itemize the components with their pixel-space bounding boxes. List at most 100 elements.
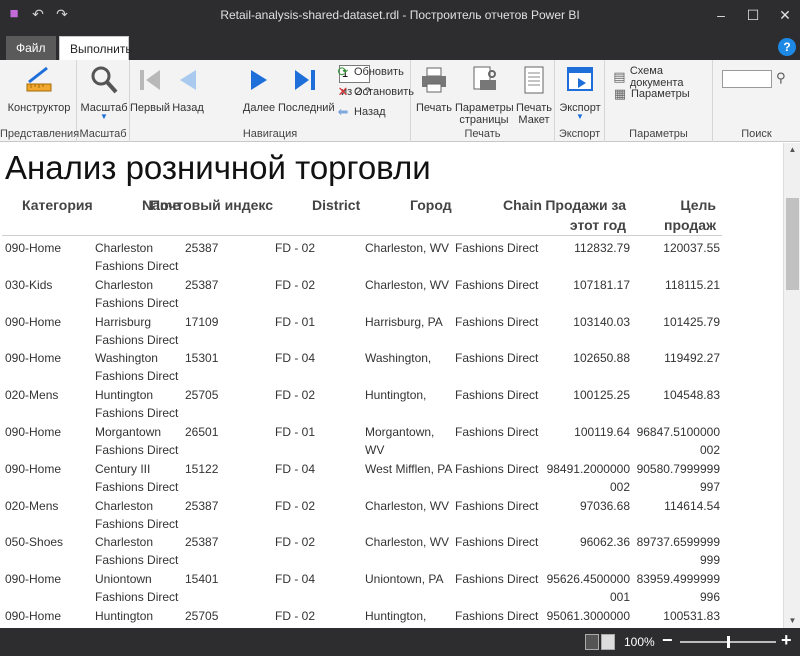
cell-name: Huntington Fashions Direct [95,388,179,421]
group-search-label: Поиск [741,128,772,140]
cell-category: 090-Home [5,572,62,587]
print-button[interactable]: Печать [413,64,455,114]
cell-sales: 102650.88 [573,351,630,366]
page-setup-icon [473,66,496,90]
back-small-label: Назад [354,106,386,118]
params-label: Параметры [631,88,690,100]
previous-page-button[interactable]: Назад [170,64,206,114]
cell-district: FD - 02 [275,535,316,550]
cell-sales: 112832.79 [574,241,630,255]
params-icon: ▦ [613,86,627,101]
print-layout-button[interactable]: Печать Макет [514,64,554,126]
cell-district: FD - 01 [275,314,316,329]
first-page-button[interactable]: Первый [130,64,170,114]
export-icon [567,67,593,91]
cell-sales: 103140.03 [573,314,630,329]
cell-category: 090-Home [5,609,62,623]
cell-name: Charleston Fashions Direct [95,277,179,310]
zoom-in-icon[interactable]: + [781,630,792,651]
back-small-button[interactable]: ⬅ Назад [336,105,386,119]
search-input[interactable] [722,70,772,88]
minimize-icon[interactable]: – [712,4,730,26]
tab-run[interactable]: Выполнить [59,36,132,60]
back-arrow-icon: ⬅ [337,104,349,119]
doc-map-button[interactable]: ▤ Схема документа [613,65,712,89]
first-label: Первый [130,102,171,114]
refresh-button[interactable]: ⟳ Обновить [336,65,404,79]
cell-district: FD - 02 [275,609,316,623]
table-row: 090-Home Century III Fashions Direct 15122… [0,460,730,497]
cell-city: Huntington, [365,388,427,403]
header-district: District [312,197,361,213]
cell-sales: 95626.4500000 001 [546,572,630,605]
ribbon-tabs: Файл Выполнить ? [0,32,800,60]
stop-label: Остановить [354,86,415,98]
group-export: Экспорт ▼ Экспорт [555,60,605,142]
group-navigation-label: Навигация [242,128,298,140]
cell-district: FD - 02 [275,388,316,403]
refresh-label: Обновить [354,66,404,78]
group-export-label: Экспорт [558,128,601,140]
header-divider [2,235,722,236]
cell-name: Charleston Fashions Direct [95,498,179,531]
window-title: Retail-analysis-shared-dataset.rdl - Пос… [220,8,580,22]
print-layout-label: Печать Макет [515,102,553,126]
scroll-down-icon[interactable]: ▼ [784,614,800,628]
page-view-icon[interactable] [585,634,599,650]
tab-file[interactable]: Файл [6,36,56,60]
cell-category: 020-Mens [5,388,59,403]
header-sales: Продажи за этот год [545,197,626,233]
table-row: 090-Home Uniontown Fashions Direct 15401 FD… [0,570,730,607]
doc-map-label: Схема документа [629,65,684,89]
ribbon: Конструктор Представления Масштаб ▼ Масш… [0,60,800,142]
cell-category: 050-Shoes [5,535,64,550]
zoom-slider-thumb[interactable] [727,636,730,648]
cell-category: 090-Home [5,314,62,329]
cell-city: Uniontown, PA [365,572,444,587]
params-button[interactable]: ▦ Параметры [613,87,690,101]
zoom-out-icon[interactable]: − [662,630,673,651]
print-layout-view-icon[interactable] [601,634,615,650]
last-label: Последний [278,102,335,114]
cell-sales: 107181.17 [573,277,630,292]
print-label: Печать [415,102,453,114]
cell-sales: 100119.64 [574,425,630,439]
cell-zip: 17109 [185,314,219,329]
cell-zip: 25387 [185,498,219,513]
cell-category: 090-Home [5,461,62,476]
zoom-button[interactable]: Масштаб ▼ [79,64,129,121]
magnifier-icon [91,66,118,94]
cell-zip: 26501 [185,425,219,439]
export-button[interactable]: Экспорт ▼ [557,64,603,121]
close-icon[interactable]: ✕ [776,4,794,26]
report-title: Анализ розничной торговли [5,149,431,186]
header-category: Категория [22,197,93,213]
cell-sales: 98491.2000000 002 [546,461,630,494]
group-zoom-label: Масштаб [79,128,127,140]
cell-city: Charleston, WV [365,535,450,550]
cell-name: Charleston Fashions Direct [95,241,179,273]
vertical-scrollbar[interactable]: ▲ ▼ [783,143,800,628]
stop-button[interactable]: ✕ Остановить [336,85,415,99]
status-bar: 100% − + [0,628,800,656]
window-controls: – ☐ ✕ [712,4,794,26]
page-setup-button[interactable]: Параметры страницы [455,64,514,126]
help-icon[interactable]: ? [778,38,796,56]
cell-sales: 96062.36 [579,535,630,550]
maximize-icon[interactable]: ☐ [744,4,762,26]
cell-city: Harrisburg, PA [365,314,443,329]
report-canvas: Анализ розничной торговли Категория Name… [0,143,783,628]
scroll-thumb[interactable] [786,198,799,290]
scroll-up-icon[interactable]: ▲ [784,143,800,157]
cell-sales: 100125.25 [573,388,630,403]
next-page-button[interactable]: Далее [240,64,278,114]
find-binoculars-icon[interactable]: ⚲ [776,70,786,86]
group-zoom: Масштаб ▼ Масштаб [77,60,130,142]
cell-sales: 97036.68 [579,498,630,513]
cell-goal: 90580.7999999 997 [636,461,720,494]
group-print: Печать Параметры страницы Печать Макет П… [411,60,555,142]
cell-name: Uniontown Fashions Direct [95,572,179,605]
table-row: 020-Mens Huntington Fashions Direct 25705 F… [0,386,730,423]
design-button[interactable]: Конструктор [6,64,72,114]
last-page-button[interactable]: Последний [278,64,335,114]
